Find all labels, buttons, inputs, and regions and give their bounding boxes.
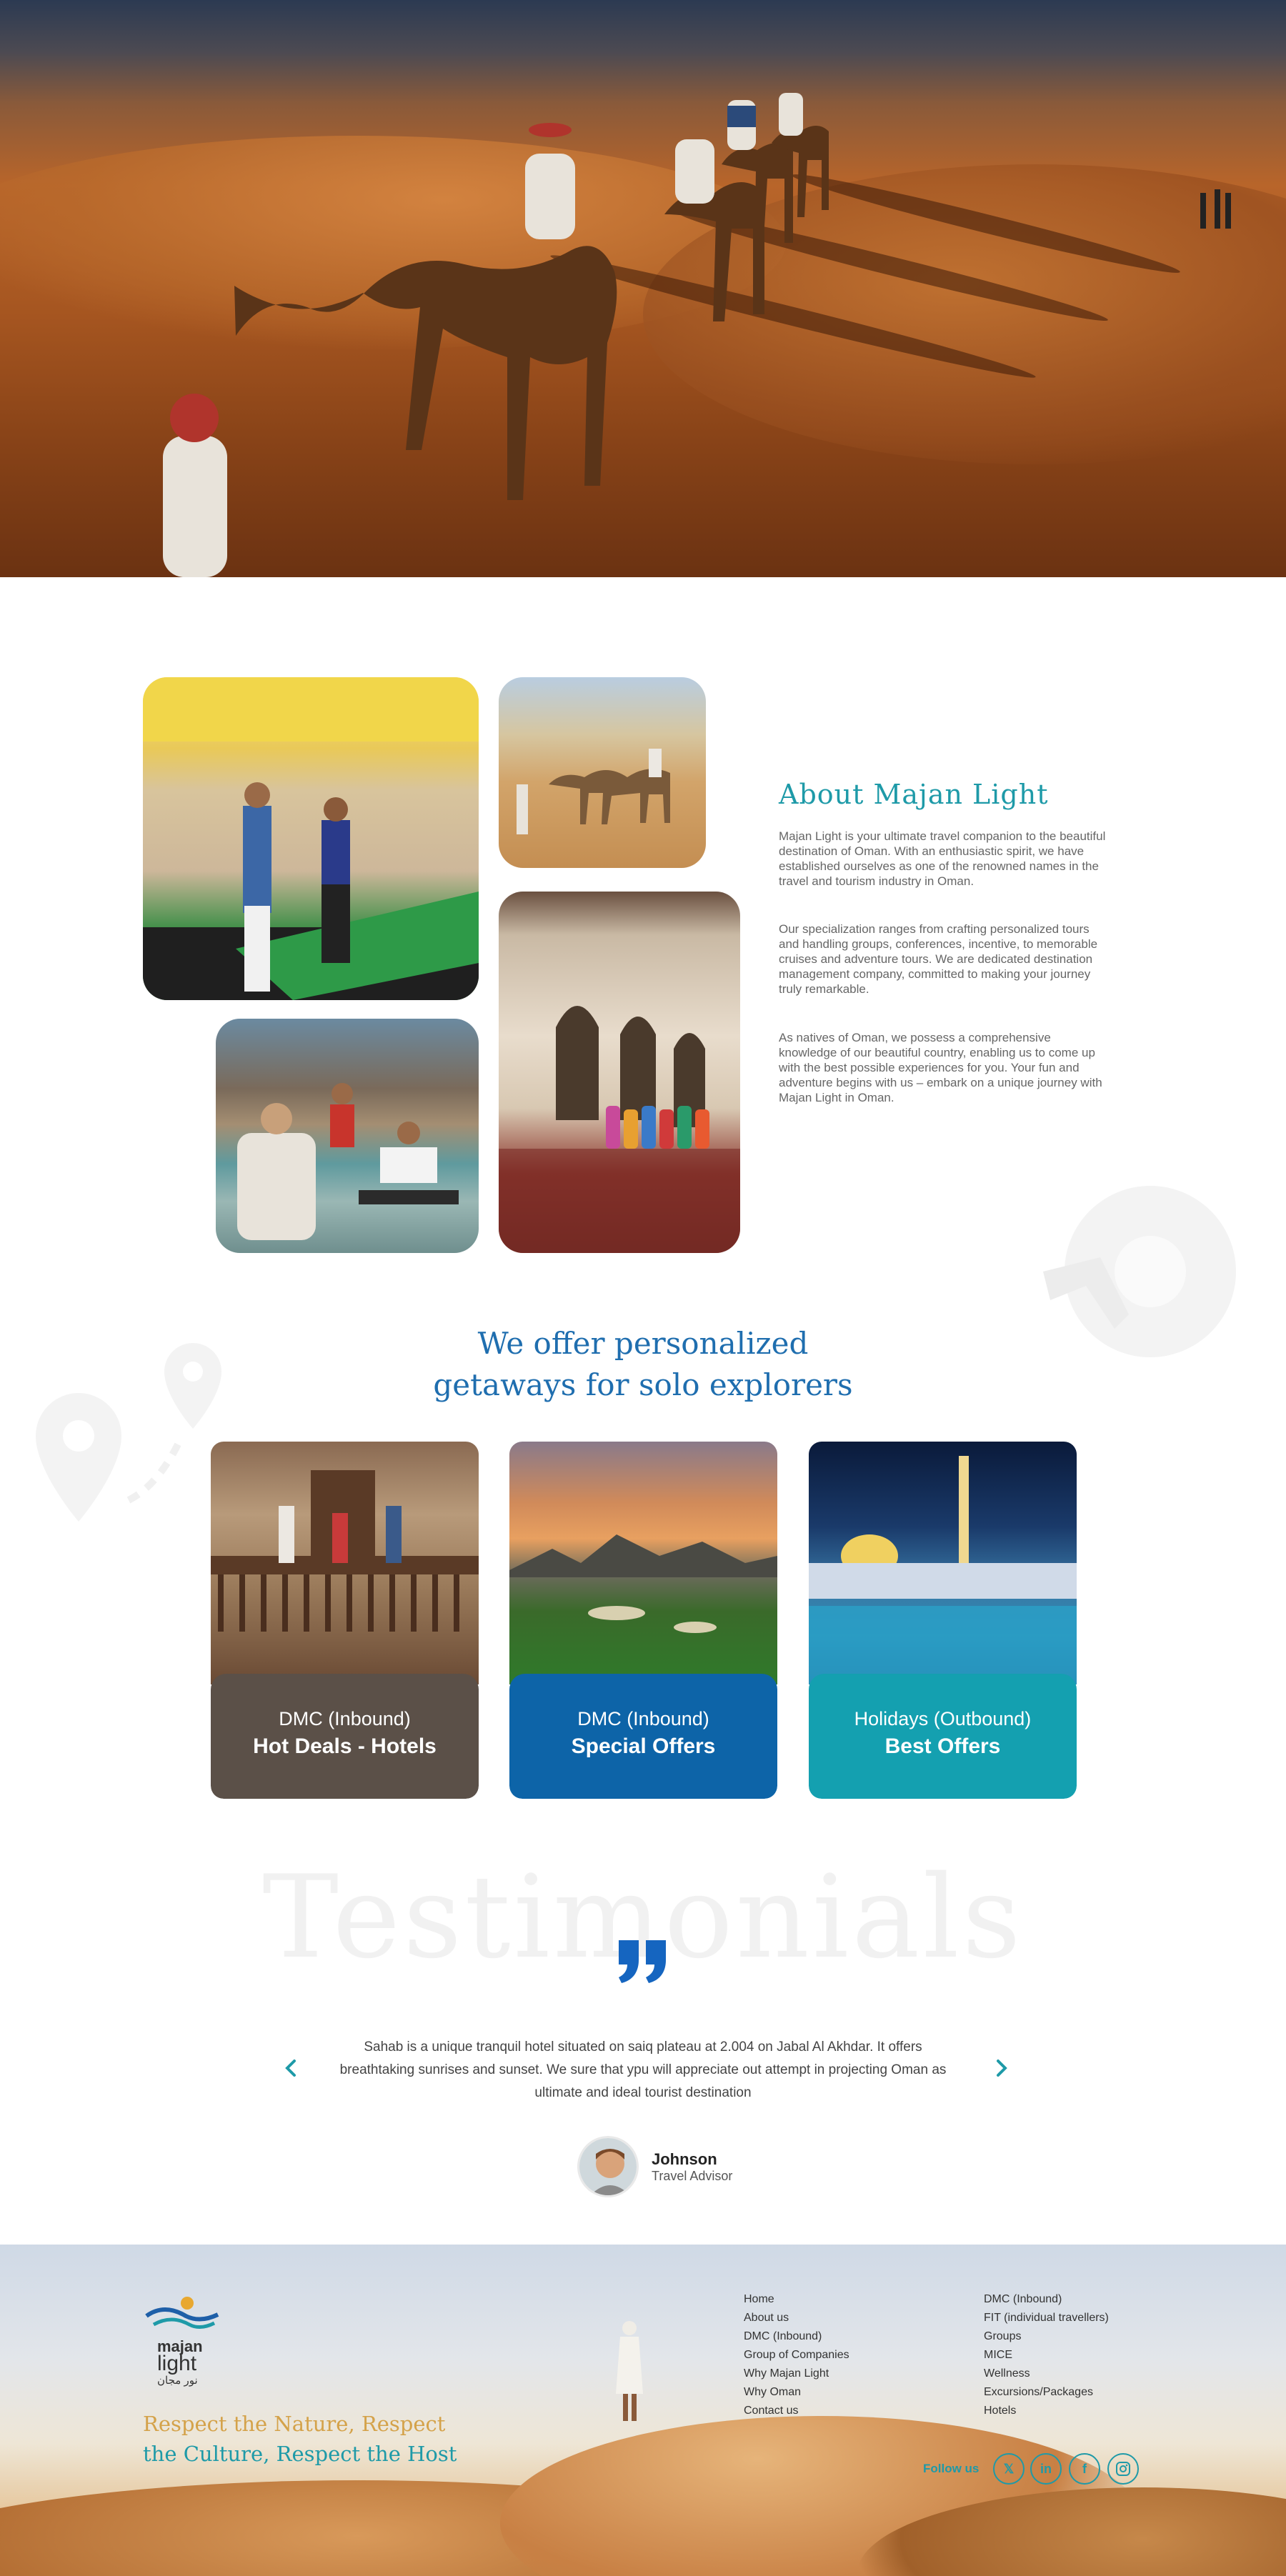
footer-link-about[interactable]: About us xyxy=(744,2309,849,2327)
footer-link-fit[interactable]: FIT (individual travellers) xyxy=(984,2309,1109,2327)
offers-title-line2: getaways for solo explorers xyxy=(433,1367,853,1402)
footer-link-home[interactable]: Home xyxy=(744,2290,849,2309)
x-icon[interactable]: 𝕏 xyxy=(993,2453,1025,2485)
testimonial-author-name: Johnson xyxy=(652,2150,717,2168)
offer-card-category: DMC (Inbound) xyxy=(577,1708,709,1729)
quote-icon xyxy=(619,1940,666,1983)
offer-card-special-offers[interactable]: DMC (Inbound) Special Offers xyxy=(509,1442,777,1799)
golf-course-sunset-image xyxy=(509,1442,777,1684)
testimonial-text: Sahab is a unique tranquil hotel situate… xyxy=(339,2040,947,2100)
camel-caravan-illustration xyxy=(163,93,1231,577)
camel-riders-illustration xyxy=(517,749,670,834)
offer-card-title: Hot Deals - Hotels xyxy=(253,1734,437,1758)
logo-text-light: light xyxy=(157,2352,197,2375)
offer-card-category: Holidays (Outbound) xyxy=(854,1708,1032,1729)
footer-links-main: Home About us DMC (Inbound) Group of Com… xyxy=(744,2290,849,2420)
avatar xyxy=(577,2136,639,2197)
hero-banner xyxy=(0,0,1286,577)
footer-link-hotels[interactable]: Hotels xyxy=(984,2402,1109,2420)
about-paragraph-1: Majan Light is your ultimate travel comp… xyxy=(779,829,1106,888)
footer-link-why-majan[interactable]: Why Majan Light xyxy=(744,2365,849,2383)
linkedin-icon[interactable]: in xyxy=(1030,2453,1062,2485)
tagline-line2: the Culture, Respect the Host xyxy=(143,2442,457,2466)
golfers-illustration xyxy=(143,677,479,1000)
footer-link-wellness[interactable]: Wellness xyxy=(984,2365,1109,2383)
offers-title-line1: We offer personalized xyxy=(477,1326,809,1361)
footer-link-dmc[interactable]: DMC (Inbound) xyxy=(984,2290,1109,2309)
offer-card-label: DMC (Inbound) Hot Deals - Hotels xyxy=(211,1674,479,1799)
camel-desert-photo xyxy=(499,677,706,868)
majlis-interior-photo xyxy=(499,892,740,1253)
footer-link-contact[interactable]: Contact us xyxy=(744,2402,849,2420)
offer-card-title: Special Offers xyxy=(571,1734,716,1758)
logo-wave-icon xyxy=(145,2297,219,2329)
interior-arches-illustration xyxy=(499,1006,740,1253)
logo-text-arabic: نور مجان xyxy=(157,2375,198,2387)
offers-heading: We offer personalized getaways for solo … xyxy=(0,1323,1286,1406)
boat-dhow-photo xyxy=(216,1019,479,1253)
footer-link-mice[interactable]: MICE xyxy=(984,2346,1109,2365)
people-relaxing-illustration xyxy=(237,1083,459,1240)
facebook-icon[interactable]: f xyxy=(1069,2453,1100,2485)
about-paragraph-2: Our specialization ranges from crafting … xyxy=(779,922,1098,996)
offer-card-category: DMC (Inbound) xyxy=(279,1708,411,1729)
majan-light-logo[interactable]: majan light نور مجان xyxy=(143,2293,221,2387)
footer-links-services: DMC (Inbound) FIT (individual travellers… xyxy=(984,2290,1109,2420)
offer-card-title: Best Offers xyxy=(884,1734,1001,1758)
footer-link-group-companies[interactable]: Group of Companies xyxy=(744,2346,849,2365)
chevron-right-icon[interactable] xyxy=(990,2057,1012,2079)
testimonial-author-role: Travel Advisor xyxy=(652,2169,733,2183)
instagram-glyph xyxy=(1116,2462,1130,2476)
offer-card-hot-deals[interactable]: DMC (Inbound) Hot Deals - Hotels xyxy=(211,1442,479,1799)
walking-man-illustration xyxy=(616,2321,643,2421)
offer-card-best-offers[interactable]: Holidays (Outbound) Best Offers xyxy=(809,1442,1077,1799)
golf-photo xyxy=(143,677,479,1000)
footer-link-excursions[interactable]: Excursions/Packages xyxy=(984,2383,1109,2402)
footer-link-why-oman[interactable]: Why Oman xyxy=(744,2383,849,2402)
chevron-left-icon[interactable] xyxy=(281,2057,302,2079)
follow-us-label: Follow us xyxy=(923,2462,980,2475)
footer-tagline: Respect the Nature, Respect the Culture,… xyxy=(143,2409,457,2469)
about-title: About Majan Light xyxy=(779,779,1049,810)
grand-mosque-image xyxy=(809,1442,1077,1684)
offer-card-label: Holidays (Outbound) Best Offers xyxy=(809,1674,1077,1799)
heritage-house-image xyxy=(211,1442,479,1684)
instagram-icon[interactable] xyxy=(1107,2453,1139,2485)
offer-card-label: DMC (Inbound) Special Offers xyxy=(509,1674,777,1799)
footer-link-dmc-inbound[interactable]: DMC (Inbound) xyxy=(744,2327,849,2346)
tagline-line1: Respect the Nature, Respect xyxy=(143,2412,446,2436)
footer-link-groups[interactable]: Groups xyxy=(984,2327,1109,2346)
about-paragraph-3: As natives of Oman, we possess a compreh… xyxy=(779,1031,1102,1104)
